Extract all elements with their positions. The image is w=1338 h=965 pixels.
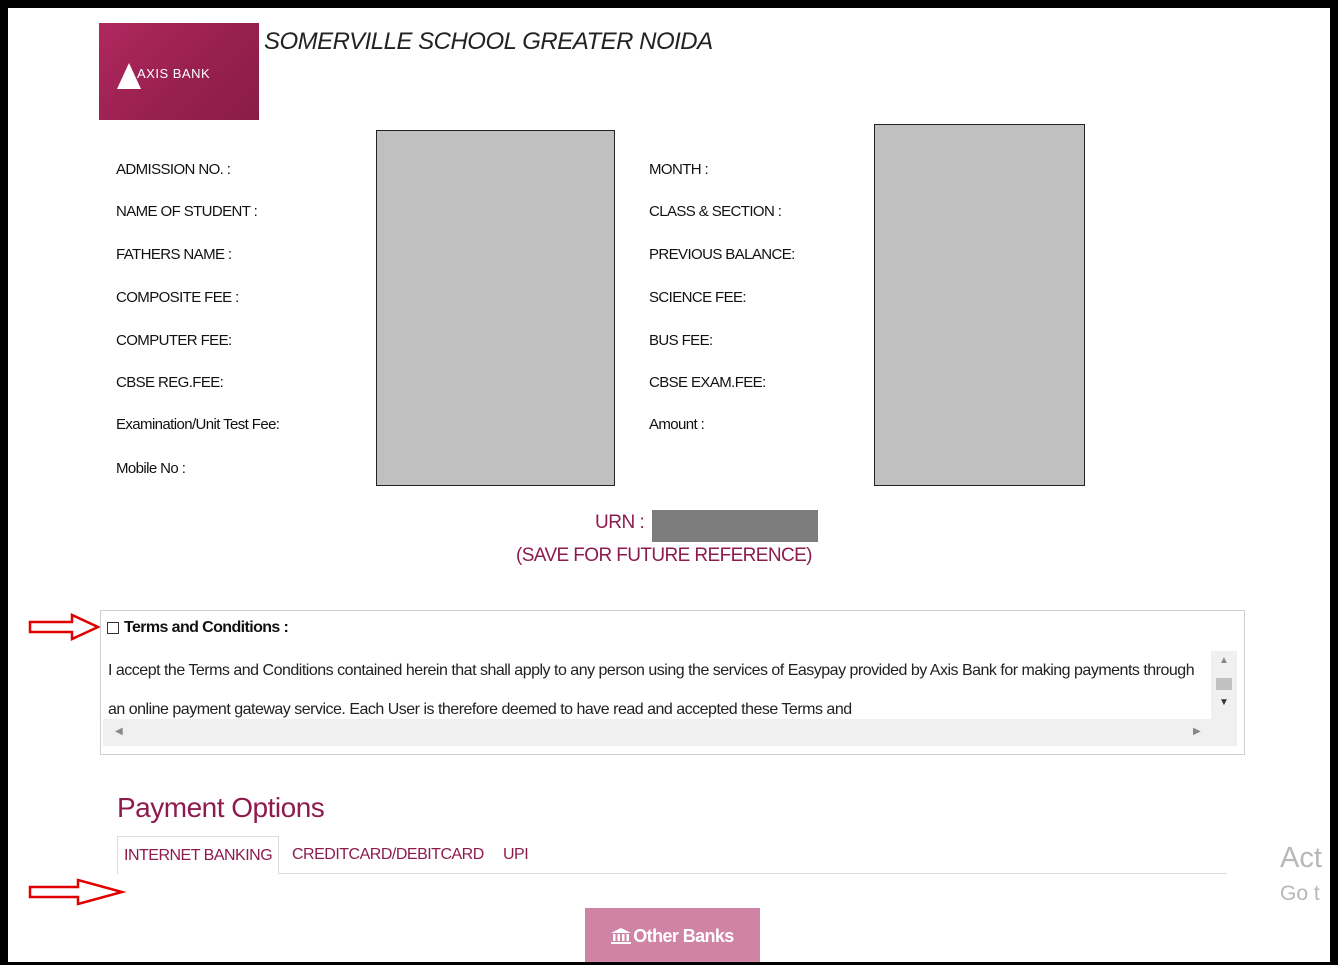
label-science-fee: SCIENCE FEE: <box>649 289 747 306</box>
payment-options-title: Payment Options <box>117 792 325 823</box>
label-mobile-no: Mobile No : <box>116 460 186 477</box>
tabs-divider <box>117 873 1227 874</box>
scroll-left-icon[interactable]: ◀ <box>115 726 123 737</box>
redacted-values-right <box>874 124 1085 486</box>
scroll-up-icon[interactable]: ▲ <box>1219 655 1229 666</box>
logo-text: AXIS BANK <box>137 66 211 81</box>
terms-heading: Terms and Conditions : <box>124 619 289 636</box>
label-bus-fee: BUS FEE: <box>649 332 713 349</box>
red-arrow-icon <box>28 613 101 641</box>
scroll-right-icon[interactable]: ▶ <box>1193 726 1201 737</box>
activation-watermark-line2: Go t <box>1280 882 1320 905</box>
school-name: SOMERVILLE SCHOOL GREATER NOIDA <box>264 28 713 55</box>
label-name-of-student: NAME OF STUDENT : <box>116 203 258 220</box>
label-fathers-name: FATHERS NAME : <box>116 246 232 263</box>
red-arrow-icon <box>28 878 127 906</box>
label-composite-fee: COMPOSITE FEE : <box>116 289 239 306</box>
scroll-down-icon[interactable]: ▼ <box>1219 697 1229 708</box>
save-reference-note: (SAVE FOR FUTURE REFERENCE) <box>516 545 813 566</box>
urn-label: URN : <box>595 512 645 533</box>
redacted-urn <box>652 510 818 542</box>
label-computer-fee: COMPUTER FEE: <box>116 332 232 349</box>
terms-heading-row: Terms and Conditions : <box>107 619 289 637</box>
page-frame: AXIS BANK SOMERVILLE SCHOOL GREATER NOID… <box>8 8 1330 962</box>
label-previous-balance: PREVIOUS BALANCE: <box>649 246 795 263</box>
label-class-section: CLASS & SECTION : <box>649 203 782 220</box>
label-exam-unit-test-fee: Examination/Unit Test Fee: <box>116 416 280 433</box>
terms-checkbox[interactable] <box>107 622 119 634</box>
label-month: MONTH : <box>649 161 709 178</box>
other-banks-label: Other Banks <box>633 925 734 946</box>
terms-text: I accept the Terms and Conditions contai… <box>108 662 1195 718</box>
label-cbse-exam-fee: CBSE EXAM.FEE: <box>649 374 766 391</box>
redacted-values-left <box>376 130 615 486</box>
bank-icon <box>611 928 632 944</box>
terms-horizontal-scrollbar[interactable]: ◀ ▶ <box>103 719 1211 746</box>
tab-creditcard-debitcard[interactable]: CREDITCARD/DEBITCARD <box>292 836 484 873</box>
label-cbse-reg-fee: CBSE REG.FEE: <box>116 374 224 391</box>
activation-watermark-line1: Act <box>1280 842 1322 874</box>
scroll-thumb[interactable] <box>1216 678 1232 690</box>
label-amount: Amount : <box>649 416 705 433</box>
tab-internet-banking[interactable]: INTERNET BANKING <box>117 836 280 875</box>
label-admission-no: ADMISSION NO. : <box>116 161 231 178</box>
terms-container: Terms and Conditions : I accept the Term… <box>100 610 1245 755</box>
axis-bank-logo: AXIS BANK <box>99 23 259 120</box>
tab-upi[interactable]: UPI <box>503 836 529 873</box>
terms-vertical-scrollbar[interactable]: ▲ ▼ <box>1211 651 1237 746</box>
other-banks-button[interactable]: Other Banks <box>585 908 760 962</box>
